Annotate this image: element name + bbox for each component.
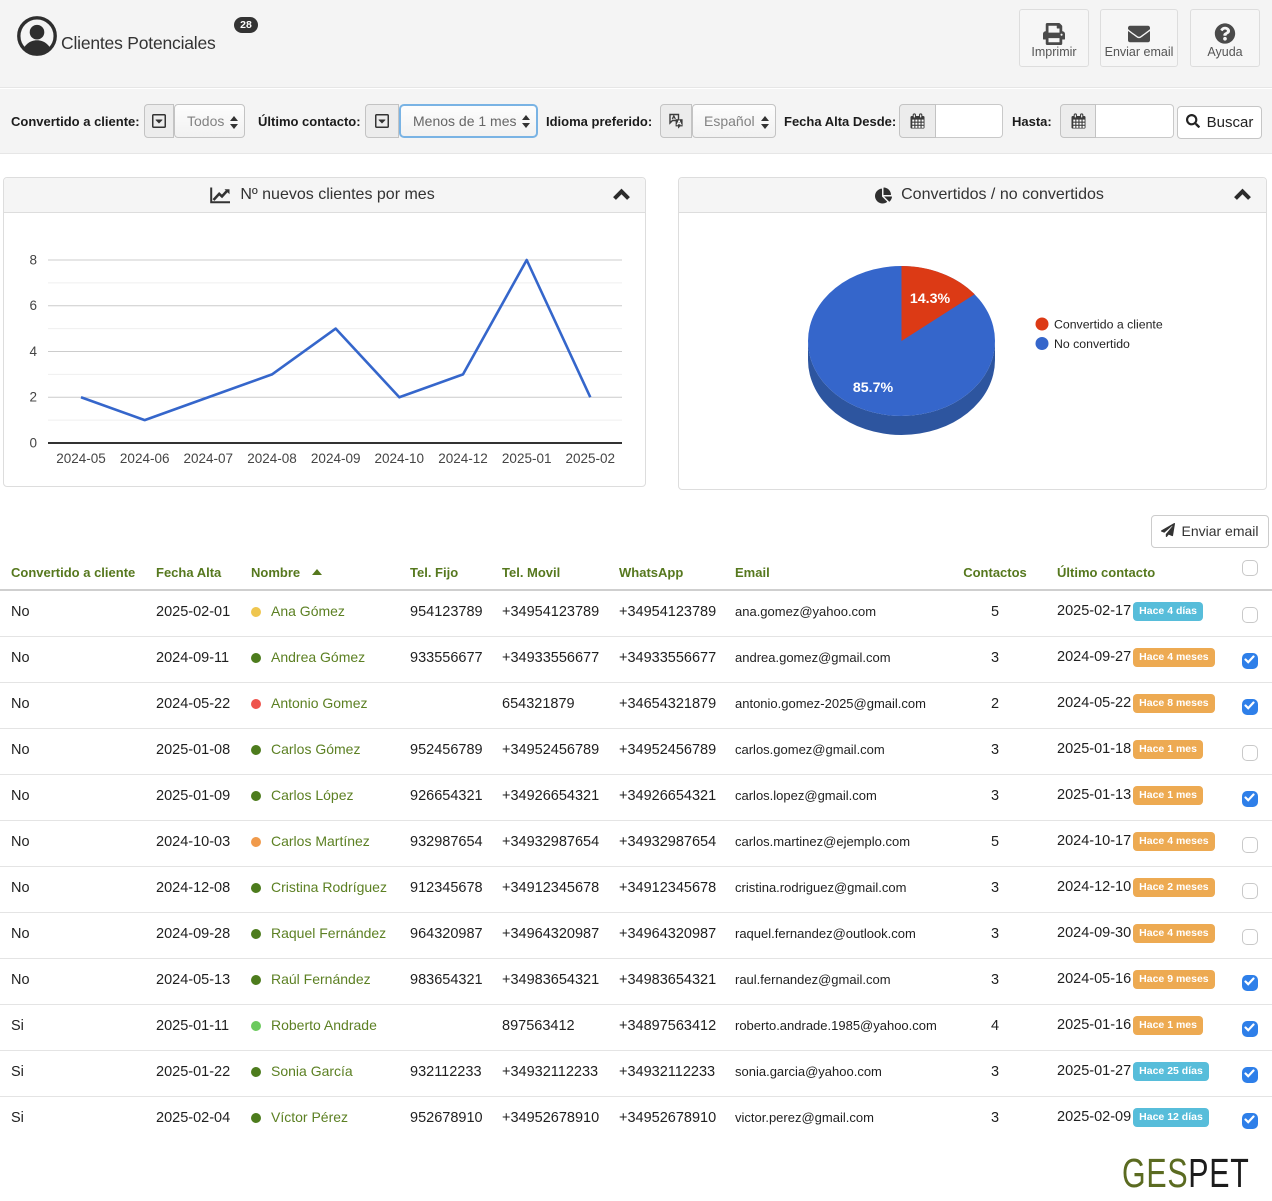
svg-text:Convertido a cliente: Convertido a cliente: [1054, 318, 1163, 332]
svg-text:2025-01: 2025-01: [502, 451, 552, 466]
svg-text:8: 8: [29, 253, 37, 268]
svg-text:14.3%: 14.3%: [910, 291, 951, 307]
svg-text:4: 4: [29, 344, 37, 359]
svg-text:2024-09: 2024-09: [311, 451, 361, 466]
svg-text:6: 6: [29, 298, 37, 313]
svg-text:2: 2: [29, 390, 37, 405]
svg-text:2024-10: 2024-10: [375, 451, 425, 466]
svg-text:2024-07: 2024-07: [184, 451, 234, 466]
svg-text:2024-12: 2024-12: [438, 451, 488, 466]
svg-text:No convertido: No convertido: [1054, 337, 1130, 351]
svg-text:0: 0: [29, 436, 37, 451]
svg-text:2025-02: 2025-02: [566, 451, 616, 466]
svg-text:2024-05: 2024-05: [56, 451, 106, 466]
svg-text:85.7%: 85.7%: [853, 380, 894, 396]
svg-text:2024-06: 2024-06: [120, 451, 170, 466]
svg-text:2024-08: 2024-08: [247, 451, 297, 466]
